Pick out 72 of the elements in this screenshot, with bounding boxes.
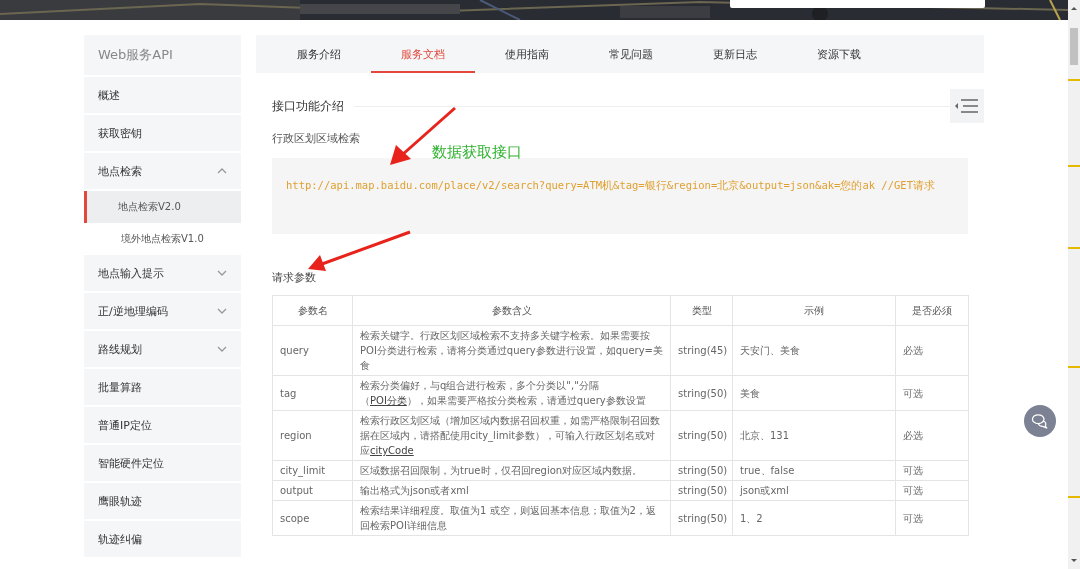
sidebar-item[interactable]: 概述: [84, 77, 241, 113]
table-cell: string(50): [678, 465, 728, 476]
code-text: http://api.map.baidu.com/place/v2/search?query=ATM机&tag=银行&region=北京&output=json&ak=您的ak //GET请求: [286, 179, 935, 191]
chevron-icon: [217, 308, 227, 314]
tab[interactable]: 使用指南: [475, 35, 579, 73]
list-icon: [955, 98, 979, 114]
chevron-icon: [217, 168, 227, 174]
annotation-text: 数据获取接口: [432, 143, 522, 162]
link[interactable]: POI分类: [370, 395, 407, 406]
column-header: 示例: [732, 295, 896, 326]
sidebar-item[interactable]: 轨迹纠偏: [84, 521, 241, 557]
table-cell: query: [280, 345, 309, 356]
sidebar-item[interactable]: 鹰眼轨迹: [84, 483, 241, 519]
sidebar-item[interactable]: 地点输入提示: [84, 255, 241, 291]
table-cell: 必选: [903, 345, 923, 356]
tab[interactable]: 更新日志: [683, 35, 787, 73]
sidebar-item[interactable]: 正/逆地理编码: [84, 293, 241, 329]
tab[interactable]: 常见问题: [579, 35, 683, 73]
table-cell: 可选: [903, 465, 923, 476]
table-cell: 天安门、美食: [740, 345, 800, 356]
table-cell: region: [280, 430, 312, 441]
table-cell: string(50): [678, 430, 728, 441]
table-cell: 检索结果详细程度。取值为1 或空，则返回基本信息；取值为2，返回检索POI详细信息: [360, 505, 656, 531]
table-cell: scope: [280, 512, 310, 524]
chevron-icon: [217, 346, 227, 352]
sidebar-item[interactable]: 获取密钥: [84, 115, 241, 151]
table-cell: 必选: [903, 430, 923, 441]
table-cell: string(50): [678, 485, 728, 496]
table-cell: 输出格式为json或者xml: [360, 485, 469, 496]
table-cell: tag: [280, 387, 297, 399]
sidebar-item[interactable]: 普通IP定位: [84, 407, 241, 443]
chevron-icon: [217, 270, 227, 276]
sidebar-subitem[interactable]: 地点检索V2.0: [84, 191, 241, 223]
table-cell: json或xml: [740, 485, 789, 496]
table-cell: 可选: [903, 512, 923, 524]
search-field[interactable]: [730, 0, 985, 8]
sidebar-subitem[interactable]: 境外地点检索V1.0: [84, 223, 241, 255]
table-cell: 1、2: [740, 512, 763, 524]
table-cell: string(45): [678, 345, 728, 356]
table-cell: 可选: [903, 387, 923, 399]
sidebar-title: Web服务API: [84, 35, 241, 75]
chat-button[interactable]: [1024, 405, 1056, 437]
toc-button[interactable]: [950, 89, 984, 123]
table-cell: 北京、131: [740, 430, 790, 441]
section-title: 接口功能介绍: [272, 97, 345, 115]
table-cell: 美食: [740, 387, 760, 399]
sidebar-item[interactable]: 地点检索: [84, 153, 241, 189]
column-header: 类型: [670, 295, 733, 326]
sidebar-item[interactable]: 智能硬件定位: [84, 445, 241, 481]
table-cell: 区域数据召回限制，为true时，仅召回region对应区域内数据。: [360, 465, 643, 476]
table-cell: 检索关键字。行政区划区域检索不支持多关键字检索。如果需要按POI分类进行检索，请将分类通过query参数进行设置，如query=美食: [360, 330, 663, 371]
table-cell: true、false: [740, 465, 795, 476]
sidebar-item[interactable]: 路线规划: [84, 331, 241, 367]
sidebar-item[interactable]: 批量算路: [84, 369, 241, 405]
table-cell: 检索分类偏好，与q组合进行检索，多个分类以","分隔（POI分类），如果需要严格按分类检索，请通过query参数设置: [360, 380, 646, 406]
table-cell: 检索行政区划区域（增加区域内数据召回权重，如需严格限制召回数据在区域内，请搭配使用city_limit参数），可输入行政区划名或对应cityCode: [360, 415, 660, 456]
column-header: 参数名: [272, 295, 353, 326]
table-cell: output: [280, 485, 313, 496]
link[interactable]: cityCode: [370, 445, 414, 456]
column-header: 是否必须: [895, 295, 969, 326]
params-title: 请求参数: [272, 270, 317, 285]
tab[interactable]: 资源下载: [787, 35, 891, 73]
tab[interactable]: 服务介绍: [267, 35, 371, 73]
table-cell: city_limit: [280, 465, 326, 476]
subtitle: 行政区划区域检索: [272, 131, 360, 146]
table-cell: string(50): [678, 512, 728, 524]
chat-icon: [1031, 413, 1049, 429]
tab[interactable]: 服务文档: [371, 35, 475, 73]
scrollbar[interactable]: [1068, 0, 1080, 569]
column-header: 参数含义: [352, 295, 671, 326]
table-cell: 可选: [903, 485, 923, 496]
table-cell: string(50): [678, 387, 728, 399]
